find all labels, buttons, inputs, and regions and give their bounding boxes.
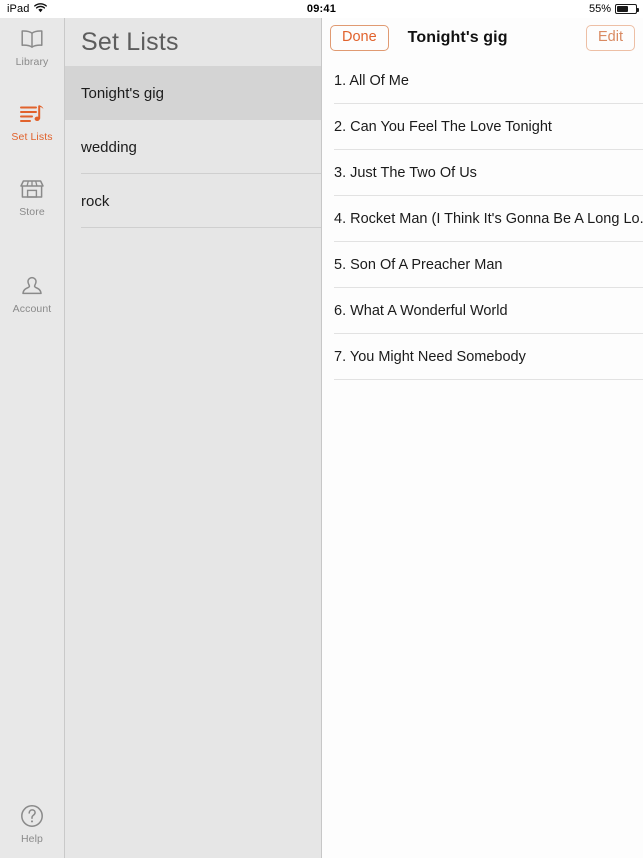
song-row-label: 5. Son Of A Preacher Man [334, 257, 503, 273]
set-list-detail-panel: Done Tonight's gig Edit 1. All Of Me 2. C… [322, 18, 643, 858]
list-separator [81, 227, 321, 228]
edit-button[interactable]: Edit [586, 25, 635, 51]
question-circle-icon [19, 803, 45, 829]
set-list-item[interactable]: wedding [65, 120, 321, 174]
book-icon [19, 26, 45, 52]
song-row-label: 6. What A Wonderful World [334, 303, 508, 319]
set-list-item-label: wedding [81, 138, 137, 156]
set-list-item[interactable]: Tonight's gig [65, 66, 321, 120]
sidebar-item-help[interactable]: Help [0, 803, 64, 845]
sidebar-item-setlists-label: Set Lists [11, 131, 53, 143]
song-row[interactable]: 2. Can You Feel The Love Tonight [322, 104, 643, 150]
battery-percent-label: 55% [588, 3, 611, 15]
song-row[interactable]: 3. Just The Two Of Us [322, 150, 643, 196]
status-bar-right: 55% [588, 0, 639, 18]
set-list-item-label: Tonight's gig [81, 84, 164, 102]
set-lists-panel-title: Set Lists [81, 27, 179, 56]
song-row[interactable]: 4. Rocket Man (I Think It's Gonna Be A L… [322, 196, 643, 242]
set-lists-list: Tonight's gig wedding rock [65, 66, 321, 228]
sidebar-rail: Library Set Lists Store Account Help [0, 18, 65, 858]
person-icon [19, 273, 45, 299]
setlist-icon [19, 101, 45, 127]
set-list-item[interactable]: rock [65, 174, 321, 228]
storefront-icon [19, 176, 45, 202]
sidebar-item-account-label: Account [12, 303, 52, 315]
song-row-label: 7. You Might Need Somebody [334, 349, 526, 365]
battery-icon [615, 4, 639, 14]
sidebar-item-account[interactable]: Account [0, 273, 64, 315]
sidebar-item-setlists[interactable]: Set Lists [0, 101, 64, 143]
song-row-label: 2. Can You Feel The Love Tonight [334, 119, 552, 135]
detail-navbar: Done Tonight's gig Edit [322, 18, 643, 58]
song-row-label: 3. Just The Two Of Us [334, 165, 477, 181]
set-lists-panel: Set Lists Tonight's gig wedding rock [65, 18, 322, 858]
list-separator [334, 379, 643, 380]
song-row-label: 1. All Of Me [334, 73, 409, 89]
sidebar-item-store[interactable]: Store [0, 176, 64, 218]
song-row[interactable]: 7. You Might Need Somebody [322, 334, 643, 380]
sidebar-item-help-label: Help [21, 833, 43, 845]
sidebar-item-library[interactable]: Library [0, 26, 64, 68]
status-bar: iPad 09:41 55% [0, 0, 643, 18]
done-button[interactable]: Done [330, 25, 389, 51]
song-row[interactable]: 6. What A Wonderful World [322, 288, 643, 334]
app-root: iPad 09:41 55% Library Set Lists Store A… [0, 0, 643, 858]
song-list: 1. All Of Me 2. Can You Feel The Love Ton… [322, 58, 643, 380]
song-row[interactable]: 5. Son Of A Preacher Man [322, 242, 643, 288]
song-row-label: 4. Rocket Man (I Think It's Gonna Be A L… [334, 211, 643, 227]
status-bar-time: 09:41 [306, 3, 337, 15]
sidebar-item-library-label: Library [15, 56, 49, 68]
song-row[interactable]: 1. All Of Me [322, 58, 643, 104]
sidebar-item-store-label: Store [19, 206, 45, 218]
set-list-item-label: rock [81, 192, 110, 210]
detail-title: Tonight's gig [407, 29, 508, 46]
